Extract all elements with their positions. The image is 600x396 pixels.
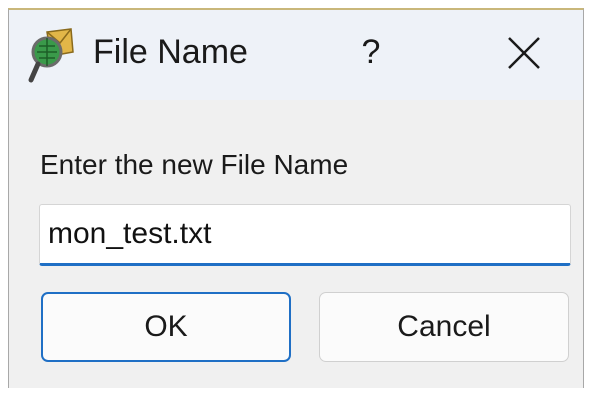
close-icon	[499, 37, 549, 82]
map-magnifier-icon	[27, 26, 77, 84]
help-button[interactable]: ?	[351, 26, 391, 78]
file-name-dialog: File Name ? Enter the new File Name OK C…	[8, 8, 584, 388]
ok-button[interactable]: OK	[41, 292, 291, 362]
title-bar[interactable]: File Name ?	[9, 10, 583, 100]
cancel-button[interactable]: Cancel	[319, 292, 569, 362]
window-title: File Name	[93, 33, 248, 71]
prompt-label: Enter the new File Name	[40, 149, 349, 180]
filename-input[interactable]	[39, 204, 571, 266]
close-button[interactable]	[499, 28, 549, 78]
